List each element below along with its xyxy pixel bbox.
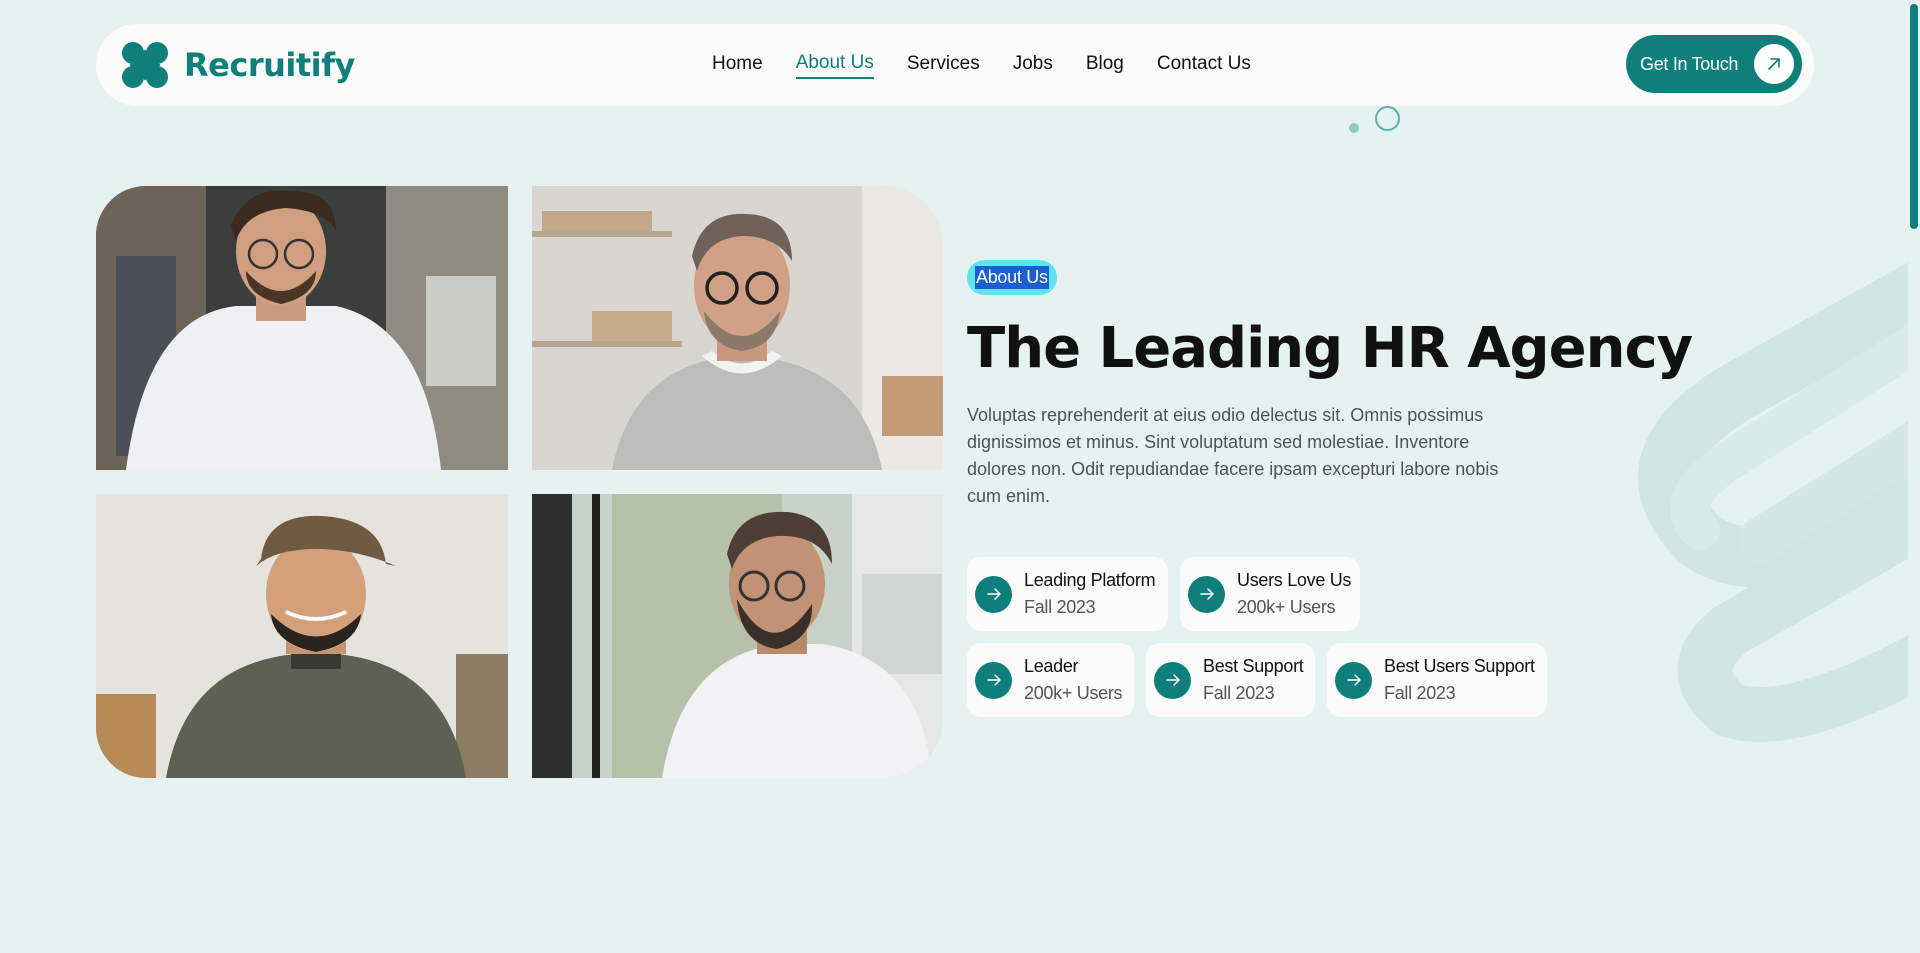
arrow-up-right-icon — [1754, 44, 1794, 84]
stat-subtitle: 200k+ Users — [1024, 683, 1123, 703]
nav-jobs[interactable]: Jobs — [1013, 53, 1053, 78]
scrollbar-thumb[interactable] — [1910, 4, 1918, 229]
nav-contact-us[interactable]: Contact Us — [1157, 53, 1251, 78]
arrow-right-icon — [1335, 661, 1372, 699]
stat-card[interactable]: Users Love Us 200k+ Users — [1180, 557, 1360, 631]
stat-card[interactable]: Best Support Fall 2023 — [1146, 643, 1315, 717]
nav-services[interactable]: Services — [907, 53, 980, 78]
team-photo-2 — [532, 186, 943, 470]
main-nav: Home About Us Services Jobs Blog Contact… — [712, 24, 1251, 106]
stat-title: Leader — [1024, 656, 1079, 676]
stat-subtitle: Fall 2023 — [1384, 683, 1456, 703]
stat-card[interactable]: Best Users Support Fall 2023 — [1327, 643, 1547, 717]
page-title: The Leading HR Agency — [967, 316, 1693, 381]
stat-card[interactable]: Leader 200k+ Users — [967, 643, 1134, 717]
section-badge-label: About Us — [975, 266, 1049, 289]
stat-title: Best Users Support — [1384, 656, 1535, 676]
stat-title: Best Support — [1203, 656, 1304, 676]
stat-subtitle: 200k+ Users — [1237, 597, 1336, 617]
arrow-right-icon — [1154, 661, 1191, 699]
stat-title: Users Love Us — [1237, 570, 1352, 590]
decorative-ring — [1375, 106, 1400, 131]
brand-logo-icon — [120, 40, 170, 90]
team-photo-3 — [96, 494, 508, 778]
site-header: Recruitify Home About Us Services Jobs B… — [96, 24, 1814, 106]
decorative-dot — [1349, 123, 1359, 133]
brand[interactable]: Recruitify — [120, 40, 355, 90]
arrow-right-icon — [975, 575, 1012, 613]
about-description: Voluptas reprehenderit at eius odio dele… — [967, 405, 1499, 506]
stat-title: Leading Platform — [1024, 570, 1156, 590]
scrollbar-track[interactable] — [1908, 0, 1920, 953]
arrow-right-icon — [975, 661, 1012, 699]
stat-subtitle: Fall 2023 — [1203, 683, 1275, 703]
brand-name: Recruitify — [184, 46, 355, 84]
team-photo-1 — [96, 186, 508, 470]
stat-card[interactable]: Leading Platform Fall 2023 — [967, 557, 1168, 631]
nav-blog[interactable]: Blog — [1086, 53, 1124, 78]
team-photo-4 — [532, 494, 943, 778]
get-in-touch-button[interactable]: Get In Touch — [1626, 35, 1802, 93]
section-badge: About Us — [967, 260, 1057, 295]
nav-home[interactable]: Home — [712, 53, 763, 78]
nav-about-us[interactable]: About Us — [795, 52, 874, 79]
stat-subtitle: Fall 2023 — [1024, 597, 1096, 617]
get-in-touch-label: Get In Touch — [1640, 53, 1739, 74]
arrow-right-icon — [1188, 575, 1225, 613]
